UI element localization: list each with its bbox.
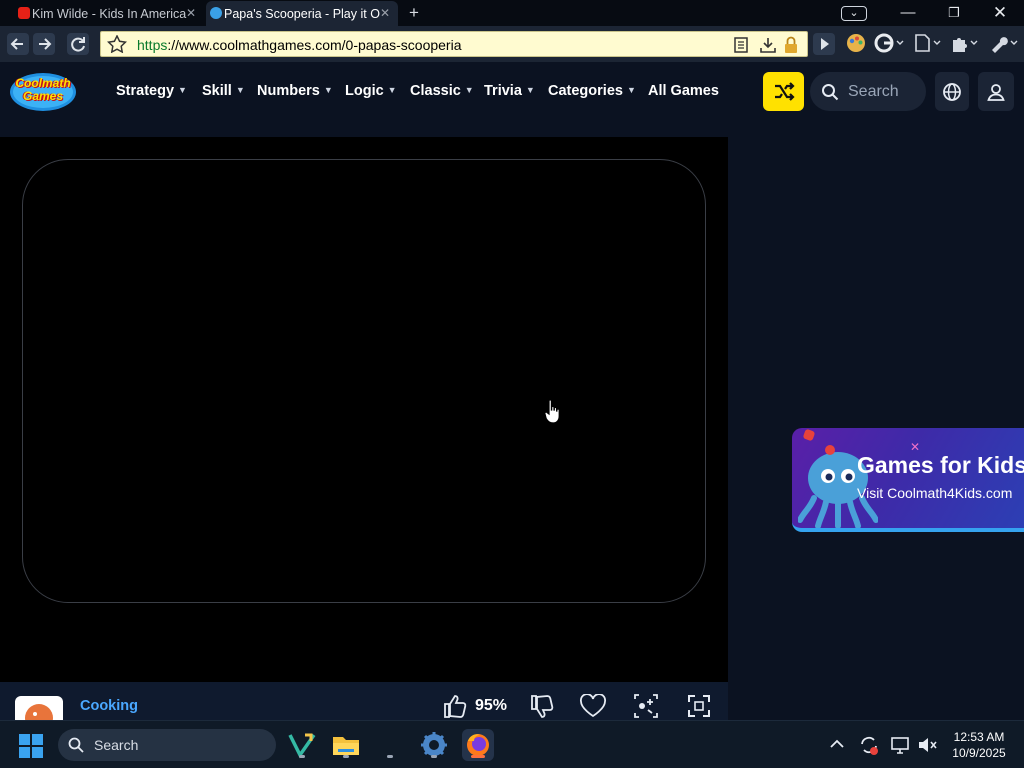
address-bar[interactable]: https://www.coolmathgames.com/0-papas-sc… <box>100 31 808 57</box>
extension-palette-icon[interactable] <box>844 32 868 56</box>
rating-percent: 95% <box>475 697 508 714</box>
nav-skill[interactable]: Skill ▼ <box>202 83 245 99</box>
running-indicator <box>299 755 305 758</box>
coolmath-logo[interactable]: Coolmath Games <box>8 70 78 114</box>
volume-muted-icon[interactable] <box>916 734 938 756</box>
media-play-icon[interactable] <box>812 32 836 56</box>
game-info-bar: Cooking 95% <box>0 682 728 722</box>
reader-view-icon[interactable] <box>733 37 749 53</box>
heart-icon[interactable] <box>579 694 607 718</box>
taskbar-search-label: Search <box>94 737 139 753</box>
tab-title: Papa's Scooperia - Play it O <box>224 6 380 21</box>
game-canvas[interactable] <box>22 159 706 603</box>
nav-categories[interactable]: Categories ▼ <box>548 83 636 99</box>
firefox-taskbar-app[interactable] <box>462 729 494 761</box>
google-account-icon[interactable] <box>874 32 904 56</box>
close-window-icon[interactable]: ✕ <box>978 2 1022 24</box>
youtube-icon <box>18 7 30 19</box>
chevron-down-icon: ▼ <box>323 85 333 95</box>
settings-taskbar-app[interactable] <box>418 729 450 761</box>
network-icon[interactable] <box>890 734 912 756</box>
running-indicator <box>387 755 393 758</box>
globe-icon <box>943 83 961 101</box>
chevron-down-icon: ▼ <box>626 85 636 95</box>
close-icon[interactable]: ✕ <box>186 6 196 20</box>
chevron-down-icon: ▼ <box>525 85 535 95</box>
chevron-down-icon: ▼ <box>178 85 187 95</box>
fullscreen-icon[interactable] <box>687 694 711 718</box>
thumbs-down-icon[interactable] <box>529 694 555 720</box>
clock[interactable]: 12:53 AM 10/9/2025 <box>946 729 1012 761</box>
shuffle-icon <box>775 82 795 101</box>
category-thumbnail[interactable] <box>15 696 63 722</box>
bookmark-star-icon[interactable] <box>106 34 128 54</box>
restore-icon[interactable]: ❐ <box>932 2 976 24</box>
vscode-taskbar-app[interactable] <box>286 729 318 761</box>
nav-logic[interactable]: Logic ▼ <box>345 83 397 99</box>
browser-toolbar: https://www.coolmathgames.com/0-papas-sc… <box>0 26 1024 62</box>
nav-all-games[interactable]: All Games <box>648 83 719 99</box>
chevron-down-icon: ▼ <box>387 85 397 95</box>
page-menu-icon[interactable] <box>912 32 942 56</box>
coolmath4kids-ad[interactable]: ✕ Games for Kids Visit Coolmath4Kids.com <box>792 428 1024 532</box>
windows-start-icon[interactable] <box>18 733 44 759</box>
new-tab-plus-icon[interactable]: + <box>404 3 424 23</box>
site-search-placeholder: Search <box>848 83 899 100</box>
site-header: Coolmath Games Strategy ▼ Skill ▼ Numbers ▼… <box>0 62 1024 122</box>
puzzle-extensions-icon[interactable] <box>950 32 980 56</box>
ad-title: Games for Kids <box>857 452 1024 478</box>
running-indicator <box>343 755 349 758</box>
wrench-settings-icon[interactable] <box>988 32 1020 56</box>
tab-title: Kim Wilde - Kids In America <box>32 6 187 21</box>
forward-arrow-icon[interactable] <box>32 32 56 56</box>
browser-tab-strip: Kim Wilde - Kids In America ✕ Papa's Sco… <box>0 0 1024 26</box>
windows-taskbar: Search 12:53 AM 10/9/2025 <box>0 720 1024 768</box>
url-text: https://www.coolmathgames.com/0-papas-sc… <box>137 37 462 53</box>
blank-taskbar-app[interactable] <box>374 729 406 761</box>
ad-subtitle: Visit Coolmath4Kids.com <box>857 485 1013 501</box>
tab-papas-scooperia[interactable]: Papa's Scooperia - Play it O ✕ <box>206 1 398 26</box>
minimize-icon[interactable]: — <box>886 2 930 24</box>
close-icon[interactable]: ✕ <box>380 6 390 20</box>
search-icon <box>68 737 84 753</box>
back-arrow-icon[interactable] <box>6 32 30 56</box>
site-search-box[interactable]: Search <box>810 72 926 111</box>
reload-icon[interactable] <box>66 32 90 56</box>
chevron-down-icon: ▼ <box>464 85 474 95</box>
nav-strategy[interactable]: Strategy ▼ <box>116 83 187 99</box>
random-game-button[interactable] <box>763 72 804 111</box>
download-icon[interactable] <box>759 36 777 54</box>
clock-date: 10/9/2025 <box>952 746 1006 760</box>
game-container <box>0 137 728 682</box>
hand-cursor-icon <box>544 399 560 424</box>
tab-list-chevron-icon[interactable]: ⌄ <box>832 2 876 24</box>
tab-kim-wilde[interactable]: Kim Wilde - Kids In America ✕ <box>14 1 204 26</box>
nav-trivia[interactable]: Trivia ▼ <box>484 83 535 99</box>
nav-classic[interactable]: Classic ▼ <box>410 83 474 99</box>
chevron-up-icon[interactable] <box>828 735 846 753</box>
thumbs-up-icon[interactable] <box>442 693 468 719</box>
search-icon <box>822 84 839 101</box>
file-explorer-taskbar-app[interactable] <box>330 729 362 761</box>
lock-icon[interactable] <box>783 36 799 54</box>
logo-text: Coolmath Games <box>15 76 71 103</box>
category-link[interactable]: Cooking <box>80 698 138 714</box>
chef-thumbnail-icon <box>25 704 53 722</box>
running-indicator <box>431 755 437 758</box>
chevron-down-icon: ▼ <box>235 85 245 95</box>
account-button[interactable] <box>978 72 1014 111</box>
language-button[interactable] <box>935 72 969 111</box>
clock-time: 12:53 AM <box>953 730 1005 744</box>
sync-icon[interactable] <box>858 734 880 756</box>
active-indicator <box>471 755 485 758</box>
nav-numbers[interactable]: Numbers ▼ <box>257 83 333 99</box>
taskbar-search[interactable]: Search <box>58 729 276 761</box>
share-game-icon[interactable] <box>633 693 659 719</box>
coolmath-favicon-icon <box>210 7 222 19</box>
user-icon <box>987 84 1005 101</box>
